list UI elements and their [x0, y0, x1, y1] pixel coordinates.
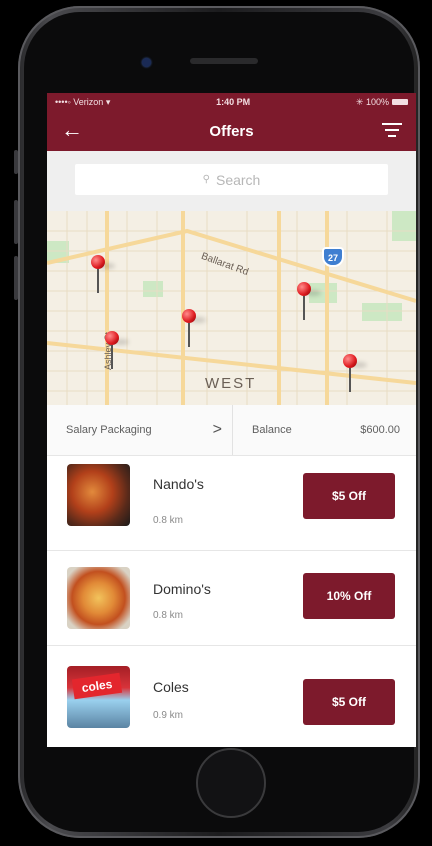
search-placeholder: Search — [215, 171, 261, 188]
navigation-bar: ← Offers — [47, 111, 416, 151]
app-screen: ••••◦ Verizon ▾ 1:40 PM ✳ 100% ← Offers … — [47, 93, 416, 747]
battery-indicator: ✳ 100% — [356, 97, 408, 108]
offer-distance: 0.8 km — [153, 610, 184, 621]
map-pin[interactable] — [342, 354, 367, 394]
volume-up-button — [14, 200, 18, 244]
back-arrow-icon[interactable]: ← — [61, 118, 83, 142]
earpiece-speaker — [190, 58, 258, 64]
volume-down-button — [14, 256, 18, 300]
offer-list: Nando's 0.8 km $5 Off Domino's 0.8 km 10… — [47, 456, 416, 747]
mute-switch — [14, 150, 18, 174]
map-pin[interactable] — [181, 309, 206, 349]
front-camera — [142, 58, 151, 67]
area-label-west: WEST — [205, 375, 257, 392]
page-title: Offers — [209, 122, 254, 140]
status-bar: ••••◦ Verizon ▾ 1:40 PM ✳ 100% — [47, 93, 416, 111]
balance-value: $600.00 — [360, 424, 400, 436]
carrier-label: ••••◦ Verizon ▾ — [55, 96, 111, 107]
filter-icon[interactable] — [382, 123, 402, 139]
offer-distance: 0.9 km — [153, 710, 184, 721]
offer-name: Coles — [153, 679, 189, 695]
map-pin[interactable] — [104, 331, 129, 371]
dominos-thumbnail — [67, 567, 130, 629]
search-icon: ⚲ — [202, 174, 210, 185]
search-area: ⚲ Search — [47, 151, 416, 211]
offer-button[interactable]: $5 Off — [303, 679, 395, 725]
highway-shield: 27 — [322, 247, 344, 267]
home-button[interactable] — [196, 748, 266, 818]
offer-name: Nando's — [153, 476, 204, 492]
nandos-thumbnail — [67, 464, 130, 526]
list-item[interactable]: Domino's 0.8 km 10% Off — [47, 551, 416, 646]
map-pin[interactable] — [296, 282, 321, 322]
search-input[interactable]: ⚲ Search — [75, 164, 388, 195]
offer-button[interactable]: $5 Off — [303, 473, 395, 519]
offer-distance: 0.8 km — [153, 515, 184, 526]
offer-button[interactable]: 10% Off — [303, 573, 395, 619]
account-summary-row: Salary Packaging > Balance $600.00 — [47, 405, 416, 456]
map-pin[interactable] — [90, 255, 115, 295]
coles-thumbnail: coles — [67, 666, 130, 728]
balance-label: Balance — [252, 424, 292, 436]
offer-name: Domino's — [153, 581, 211, 597]
chevron-right-icon: > — [212, 421, 222, 438]
salary-packaging-link[interactable]: Salary Packaging > — [47, 405, 233, 455]
map-view[interactable]: Ballarat Rd Ashley St WEST 27 — [47, 211, 416, 405]
battery-icon — [391, 99, 408, 106]
list-item[interactable]: coles Coles 0.9 km $5 Off — [47, 646, 416, 747]
salary-packaging-label: Salary Packaging — [66, 424, 152, 436]
coles-store-sign: coles — [71, 672, 123, 700]
status-time: 1:40 PM — [216, 97, 251, 107]
list-item[interactable]: Nando's 0.8 km $5 Off — [47, 456, 416, 551]
balance-box: Balance $600.00 — [233, 405, 416, 455]
battery-label: ✳ 100% — [355, 96, 389, 107]
